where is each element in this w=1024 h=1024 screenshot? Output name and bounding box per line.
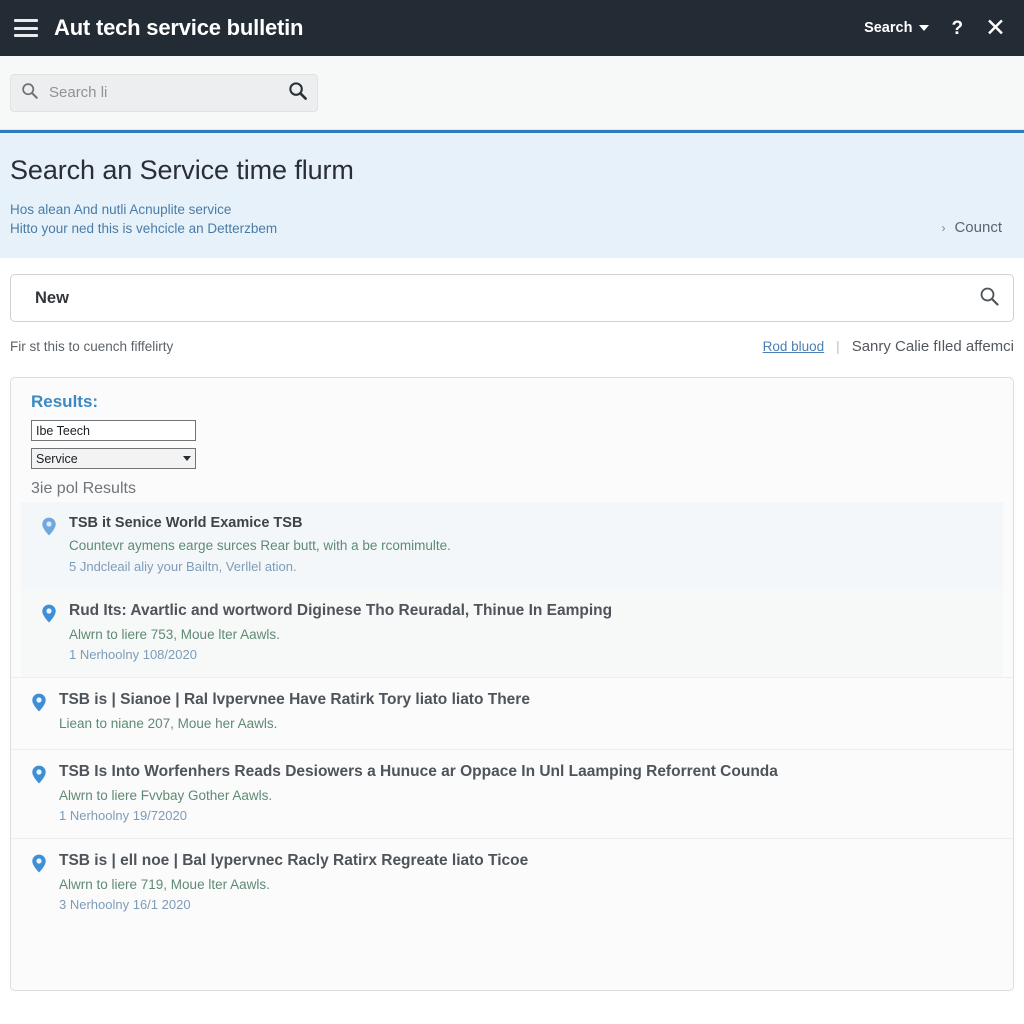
quick-search-input[interactable] — [47, 83, 279, 102]
result-title[interactable]: Rud Its: Avartlic and wortword Diginese … — [69, 601, 983, 621]
result-item[interactable]: TSB Is Into Worfenhers Reads Desiowers a… — [11, 749, 1013, 838]
result-meta: 5 Jndcleail aliy your Bailtn, Verllel at… — [69, 558, 297, 574]
result-title[interactable]: TSB Is Into Worfenhers Reads Desiowers a… — [59, 762, 993, 782]
results-category-value: Service — [36, 451, 78, 466]
results-filter-input[interactable] — [31, 420, 196, 442]
result-content: TSB is | Sianoe | Ral lvpervnee Have Rat… — [59, 690, 993, 735]
results-list: TSB it Senice World Examice TSB Countevr… — [11, 502, 1013, 927]
quick-search-strip — [0, 56, 1024, 130]
result-item[interactable]: TSB is | Sianoe | Ral lvpervnee Have Rat… — [11, 677, 1013, 749]
divider: | — [836, 339, 840, 355]
result-title[interactable]: TSB is | ell noe | Bal lypervnec Racly R… — [59, 851, 993, 871]
hamburger-line — [14, 19, 38, 22]
result-content: Rud Its: Avartlic and wortword Diginese … — [69, 601, 983, 663]
search-hint-text: Fir st this to cuench fiffelirty — [10, 339, 174, 355]
result-description: Alwrn to liere 719, Moue lter Aawls. — [59, 876, 270, 892]
hamburger-line — [14, 34, 38, 37]
search-dropdown-button[interactable]: Search — [864, 20, 930, 36]
top-navigation-bar: Aut tech service bulletin Search ? ✕ — [0, 0, 1024, 56]
help-button[interactable]: ? — [951, 19, 963, 38]
under-search-actions: Rod bluod | Sanry Calie fIled affemci — [763, 338, 1014, 355]
page-banner: Search an Service time flurm Hos alean A… — [0, 130, 1024, 259]
quick-search-box[interactable] — [10, 73, 318, 112]
under-search-row: Fir st this to cuench fiffelirty Rod blu… — [0, 322, 1024, 355]
main-search-section — [0, 258, 1024, 323]
results-count-label: 3ie pol Results — [31, 480, 136, 498]
banner-council-label: Counct — [954, 219, 1002, 237]
result-meta: 3 Nerhoolny 16/1 2020 — [59, 896, 191, 912]
results-header: Results: Service 3ie pol Results — [11, 392, 1013, 498]
search-submit-icon[interactable] — [288, 81, 307, 105]
result-item[interactable]: Rud Its: Avartlic and wortword Diginese … — [21, 589, 1003, 678]
search-note-text: Sanry Calie fIled affemci — [851, 338, 1014, 356]
page-title: Search an Service time flurm — [10, 155, 354, 185]
hamburger-line — [14, 26, 38, 30]
result-title[interactable]: TSB is | Sianoe | Ral lvpervnee Have Rat… — [59, 690, 993, 710]
main-search-input[interactable] — [33, 287, 979, 309]
app-title: Aut tech service bulletin — [54, 15, 304, 40]
result-description: Liean to niane 207, Moue her Aawls. — [59, 715, 278, 731]
results-panel: Results: Service 3ie pol Results TSB it … — [10, 377, 1014, 992]
banner-subtitle-line-2: Hitto your ned this is vehcicle an Dette… — [10, 221, 278, 237]
map-pin-icon — [31, 854, 47, 913]
result-content: TSB is | ell noe | Bal lypervnec Racly R… — [59, 851, 993, 913]
map-pin-icon — [41, 517, 57, 575]
chevron-down-icon — [183, 456, 191, 462]
main-search-box[interactable] — [10, 274, 1014, 323]
result-item[interactable]: TSB it Senice World Examice TSB Countevr… — [21, 502, 1003, 590]
banner-subtitle: Hos alean And nutli Acnuplite service Hi… — [10, 200, 1014, 238]
result-meta: 1 Nerhoolny 108/2020 — [69, 646, 197, 662]
result-content: TSB it Senice World Examice TSB Countevr… — [69, 514, 983, 575]
result-description: Alwrn to liere 753, Moue lter Aawls. — [69, 626, 280, 642]
search-icon — [21, 82, 38, 104]
advanced-search-link[interactable]: Rod bluod — [763, 339, 825, 354]
banner-council-link[interactable]: › Counct — [941, 219, 1002, 236]
chevron-down-icon — [919, 25, 930, 31]
search-dropdown-label: Search — [864, 20, 913, 36]
result-meta: 1 Nerhoolny 19/72020 — [59, 807, 187, 823]
result-title[interactable]: TSB it Senice World Examice TSB — [69, 514, 983, 533]
result-item[interactable]: TSB is | ell noe | Bal lypervnec Racly R… — [11, 838, 1013, 927]
result-content: TSB Is Into Worfenhers Reads Desiowers a… — [59, 762, 993, 824]
chevron-right-icon: › — [941, 220, 946, 235]
results-category-select[interactable]: Service — [31, 448, 196, 470]
result-description: Alwrn to liere Fvvbay Gother Aawls. — [59, 787, 273, 803]
banner-subtitle-line-1: Hos alean And nutli Acnuplite service — [10, 202, 232, 217]
top-navigation-actions: Search ? ✕ — [864, 15, 1006, 41]
result-description: Countevr aymens earge surces Rear butt, … — [69, 538, 451, 554]
map-pin-icon — [31, 765, 47, 824]
close-icon[interactable]: ✕ — [985, 15, 1006, 41]
hamburger-menu-icon[interactable] — [14, 19, 38, 37]
search-icon[interactable] — [979, 286, 999, 311]
map-pin-icon — [31, 693, 47, 735]
results-title: Results: — [31, 392, 99, 412]
map-pin-icon — [41, 604, 57, 663]
